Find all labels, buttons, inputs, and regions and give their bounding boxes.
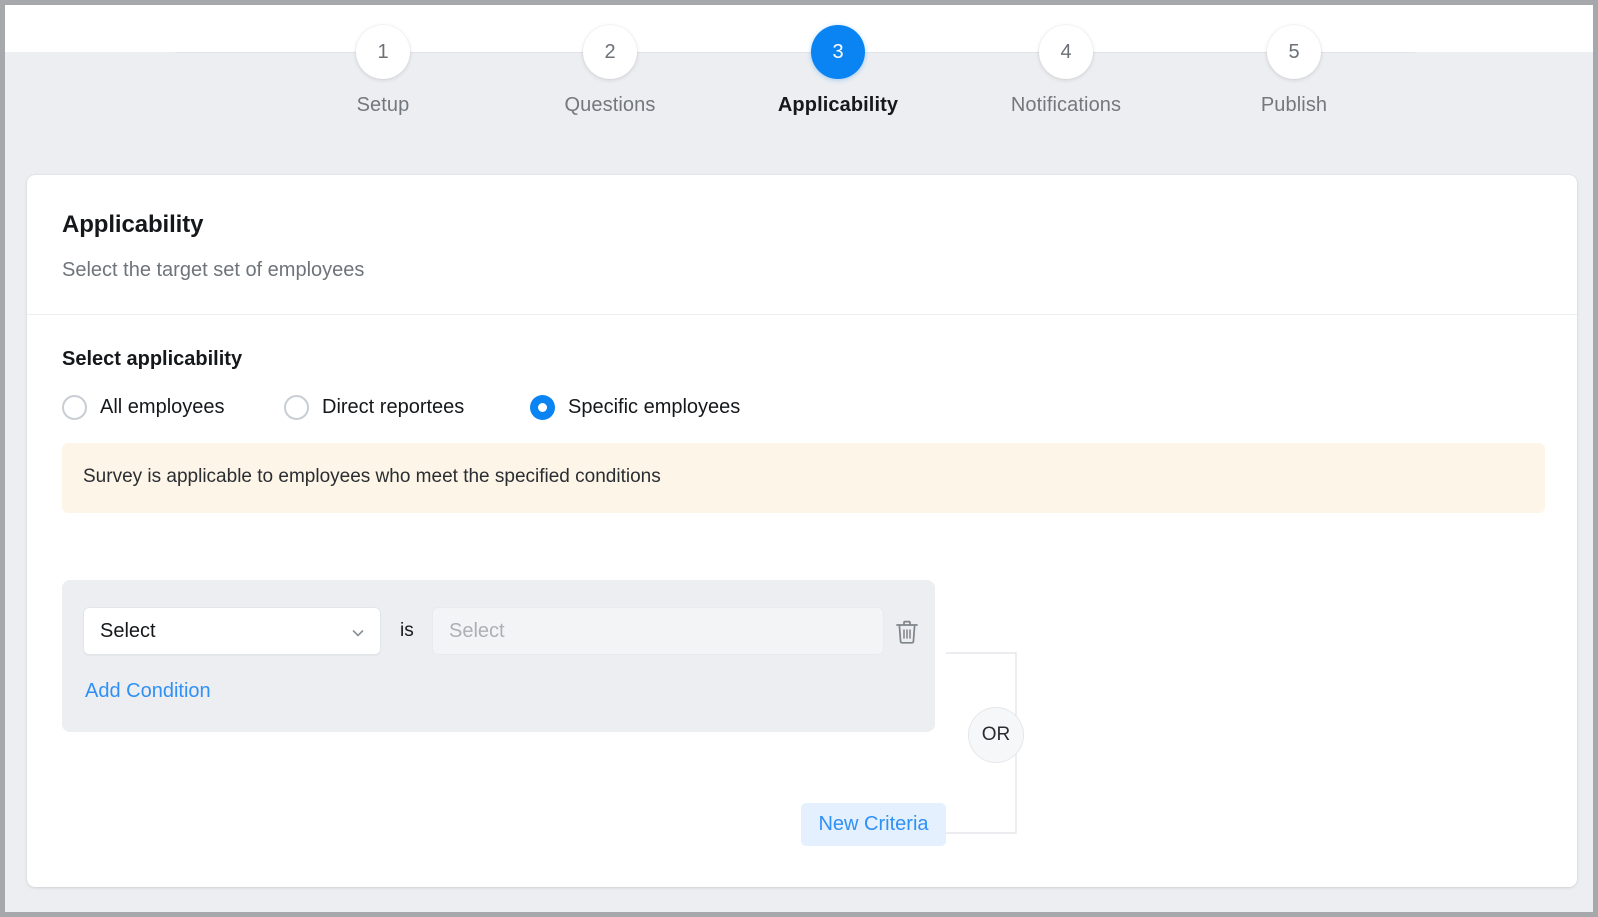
step-setup-label: Setup <box>356 94 410 116</box>
radio-specific-employees[interactable]: Specific employees <box>530 390 740 424</box>
condition-field-dropdown-value: Select <box>100 620 156 642</box>
radio-specific-employees-mark <box>530 394 555 420</box>
step-questions-circle: 2 <box>583 25 637 79</box>
condition-value-input[interactable]: Select <box>432 607 884 655</box>
radio-direct-reportees-label: Direct reportees <box>322 395 465 418</box>
step-notifications[interactable]: 4 Notifications <box>966 25 1166 117</box>
condition-field-dropdown[interactable]: Select <box>83 607 381 655</box>
info-banner: Survey is applicable to employees who me… <box>62 443 1545 513</box>
radio-all-employees[interactable]: All employees <box>62 390 225 424</box>
radio-all-employees-mark <box>62 394 87 420</box>
step-setup[interactable]: 1 Setup <box>283 25 483 117</box>
step-publish[interactable]: 5 Publish <box>1194 25 1394 117</box>
page-subtitle: Select the target set of employees <box>62 259 365 281</box>
step-notifications-label: Notifications <box>1010 94 1122 116</box>
step-applicability-label: Applicability <box>777 94 899 116</box>
step-questions-label: Questions <box>564 94 656 116</box>
info-banner-text: Survey is applicable to employees who me… <box>83 466 661 487</box>
radio-direct-reportees[interactable]: Direct reportees <box>284 390 464 424</box>
step-questions[interactable]: 2 Questions <box>510 25 710 117</box>
page-title: Applicability <box>62 211 204 238</box>
logic-operator-or[interactable]: OR <box>968 707 1024 763</box>
condition-group-panel: Select is Select Add Condition <box>62 580 935 732</box>
card-header: Applicability Select the target set of e… <box>27 175 1577 315</box>
app-window: 1 Setup 2 Questions 3 Applicability 4 No… <box>0 0 1598 917</box>
stepper: 1 Setup 2 Questions 3 Applicability 4 No… <box>5 5 1593 145</box>
chevron-down-icon <box>350 625 366 641</box>
condition-value-placeholder: Select <box>449 620 505 642</box>
condition-row: Select is Select <box>62 580 935 672</box>
radio-specific-employees-label: Specific employees <box>568 395 741 418</box>
step-applicability[interactable]: 3 Applicability <box>738 25 938 117</box>
step-applicability-circle: 3 <box>811 25 865 79</box>
section-title: Select applicability <box>62 348 243 370</box>
trash-icon[interactable] <box>894 618 920 646</box>
step-setup-circle: 1 <box>356 25 410 79</box>
applicability-card: Applicability Select the target set of e… <box>27 175 1577 887</box>
condition-operator-label: is <box>400 620 414 641</box>
radio-all-employees-label: All employees <box>100 395 225 418</box>
step-publish-circle: 5 <box>1267 25 1321 79</box>
step-notifications-circle: 4 <box>1039 25 1093 79</box>
radio-direct-reportees-mark <box>284 394 309 420</box>
new-criteria-button[interactable]: New Criteria <box>801 803 946 846</box>
step-publish-label: Publish <box>1260 94 1328 116</box>
add-condition-link[interactable]: Add Condition <box>85 680 211 703</box>
